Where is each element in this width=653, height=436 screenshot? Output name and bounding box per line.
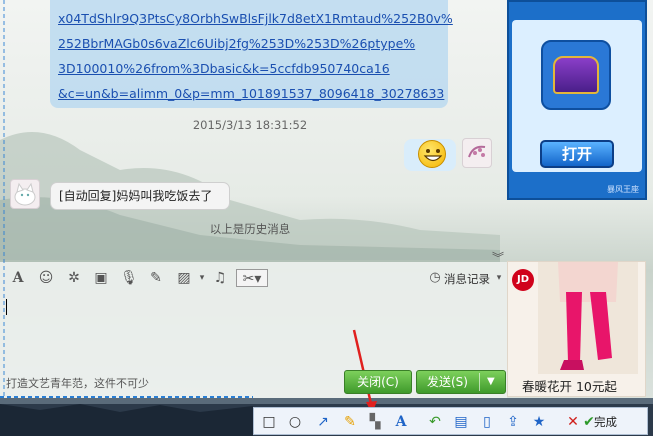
save-icon[interactable]: ▤ [452, 413, 470, 431]
link-message-bubble: x04TdShlr9Q3PtsCy8OrbhSwBlsFjlk7d8etX1Rm… [50, 0, 453, 108]
contact-avatar[interactable] [10, 179, 40, 209]
own-avatar[interactable] [462, 138, 492, 168]
send-button[interactable]: 发送(S) ▼ [416, 370, 506, 394]
rectangle-tool-icon[interactable]: □ [260, 413, 278, 431]
voice-icon[interactable]: 🎙 [120, 269, 138, 287]
pen-tool-icon[interactable]: ✎ [341, 413, 359, 431]
image-icon[interactable]: ▨ [175, 269, 193, 287]
undo-icon[interactable]: ↶ [426, 413, 444, 431]
grin-emoji-icon [418, 140, 446, 168]
clock-icon: ◷ [429, 270, 441, 285]
done-button[interactable]: 完成 [594, 414, 617, 430]
screenshot-scissors-icon[interactable]: ✂▾ [236, 269, 268, 287]
jd-logo: JD [512, 269, 534, 291]
emoji-icon[interactable]: ☺ [37, 269, 55, 287]
link-line[interactable]: x04TdShlr9Q3PtsCy8OrbhSwBlsFjlk7d8etX1Rm… [58, 6, 453, 31]
text-caret [6, 299, 7, 315]
close-button[interactable]: 关闭(C) [344, 370, 412, 394]
game-ad-panel[interactable]: 打开 暴风王座 [507, 0, 647, 200]
link-line[interactable]: &c=un&b=alimm_0&p=mm_101891537_8096418_3… [58, 81, 444, 106]
link-line[interactable]: 252BbrMAGb0s6vaZlc6Uibj2fg%253D%253D%26p… [58, 31, 440, 56]
favorite-icon[interactable]: ★ [530, 413, 548, 431]
copy-icon[interactable]: ▯ [478, 413, 496, 431]
message-record-link[interactable]: 消息记录 [444, 271, 490, 287]
send-options-chevron-icon[interactable]: ▼ [487, 371, 495, 393]
open-chest-button[interactable]: 打开 [540, 140, 614, 168]
ad-caption: 春暖花开 10元起 [522, 379, 617, 394]
chest-body [553, 56, 599, 94]
ellipse-tool-icon[interactable]: ○ [286, 413, 304, 431]
history-divider: 以上是历史消息 [209, 222, 291, 236]
game-ad-content: 打开 [512, 20, 642, 172]
font-icon[interactable]: A [9, 269, 27, 287]
chat-toolbar: A ☺ ✲ ▣ 🎙 ✎ ▨ ▾ ♫ ✂▾ ◷ 消息记录 ▾ [0, 264, 507, 292]
text-tool-icon[interactable]: A [392, 413, 410, 431]
auto-reply-message: [自动回复]妈妈叫我吃饭去了 [50, 182, 230, 210]
jd-ad-panel[interactable]: JD 春暖花开 10元起 [507, 261, 646, 397]
treasure-chest-icon [541, 40, 611, 110]
arrow-tool-icon[interactable]: ↗ [314, 413, 332, 431]
image-dropdown-icon[interactable]: ▾ [193, 269, 211, 287]
share-icon[interactable]: ⇪ [504, 413, 522, 431]
video-icon[interactable]: ▣ [92, 269, 110, 287]
message-record-dropdown-icon[interactable]: ▾ [490, 269, 508, 287]
message-timestamp: 2015/3/13 18:31:52 [192, 118, 308, 132]
shake-icon[interactable]: ✲ [65, 269, 83, 287]
ad-product-image [538, 262, 638, 374]
mosaic-tool-icon[interactable]: ▚ [366, 413, 384, 431]
send-divider [479, 373, 480, 391]
contact-signature: 打造文艺青年范，这件不可少 [6, 377, 149, 390]
music-icon[interactable]: ♫ [211, 269, 229, 287]
screenshot-toolbar: □ ○ ↗ ✎ ▚ A ↶ ▤ ▯ ⇪ ★ ✕ ✔ 完成 [253, 407, 648, 435]
send-button-label: 发送(S) [427, 375, 468, 389]
message-input[interactable] [0, 293, 507, 363]
game-ad-footer: 暴风王座 [607, 185, 639, 194]
edit-icon[interactable]: ✎ [147, 269, 165, 287]
link-line[interactable]: 3D100010%26from%3Dbasic&k=5ccfdb950740ca… [58, 56, 440, 81]
